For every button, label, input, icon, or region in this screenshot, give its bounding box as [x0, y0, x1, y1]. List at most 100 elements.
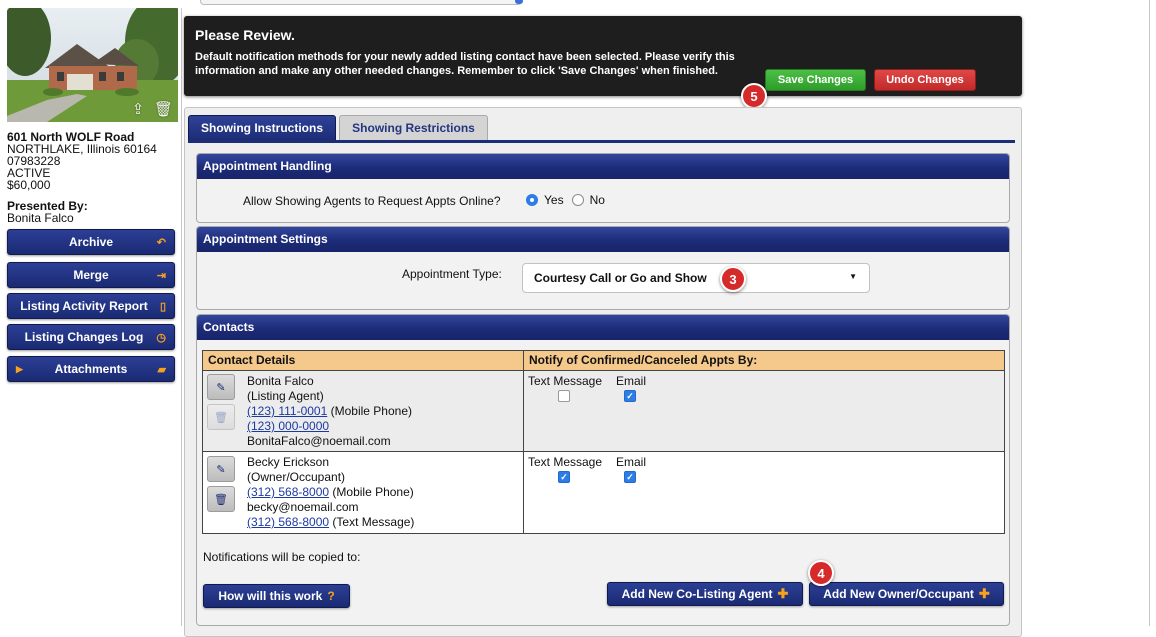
contacts-header: Contacts [197, 315, 1009, 340]
notify-cell: Text Message Email ✓ ✓ [524, 452, 1004, 533]
upload-icon[interactable]: ⇪ [130, 102, 146, 118]
plus-icon: ✚ [978, 586, 990, 601]
notify-cell: Text Message Email ✓ [524, 371, 1004, 451]
contact-row: ✎ 🗑 Becky Erickson (Owner/Occupant) (312… [203, 452, 1004, 533]
email-checkbox[interactable]: ✓ [624, 471, 636, 483]
how-will-this-work-label: How will this work [218, 589, 323, 603]
appointment-type-label: Appointment Type: [402, 267, 502, 281]
contacts-table: Contact Details Notify of Confirmed/Canc… [202, 350, 1005, 534]
tab-showing-restrictions[interactable]: Showing Restrictions [339, 115, 488, 141]
clock-icon: ◷ [156, 331, 166, 344]
listing-changes-log-button[interactable]: Listing Changes Log ◷ [7, 324, 175, 350]
trash-icon[interactable]: 🗑 [154, 102, 173, 118]
appointment-type-value: Courtesy Call or Go and Show [534, 271, 707, 285]
yes-radio[interactable] [526, 194, 538, 206]
no-radio[interactable] [571, 194, 584, 206]
contact-lines: Bonita Falco (Listing Agent) (123) 111-0… [247, 374, 412, 449]
tab-underline [188, 140, 1015, 143]
listing-info: 601 North WOLF Road NORTHLAKE, Illinois … [7, 131, 178, 224]
email-label: Email [616, 455, 647, 469]
listing-changes-log-label: Listing Changes Log [24, 330, 144, 344]
text-message-checkbox[interactable]: ✓ [558, 471, 570, 483]
edit-contact-button[interactable]: ✎ [207, 456, 235, 482]
contact-phone-line: (312) 568-8000 (Mobile Phone) [247, 485, 414, 500]
step-badge-4: 4 [808, 560, 834, 586]
contacts-table-header: Contact Details Notify of Confirmed/Canc… [203, 351, 1004, 371]
trash-icon: 🗑 [214, 411, 228, 424]
review-banner: Please Review. Default notification meth… [184, 16, 1022, 96]
review-title: Please Review. [195, 27, 295, 43]
text-message-label: Text Message [528, 455, 603, 469]
contact-details-column-header: Contact Details [203, 351, 524, 370]
plus-icon: ✚ [777, 586, 789, 601]
contact-role: (Listing Agent) [247, 389, 324, 403]
text-message-suffix: (Text Message) [329, 515, 415, 529]
contact-email: BonitaFalco@noemail.com [247, 434, 391, 448]
add-co-listing-agent-button[interactable]: Add New Co-Listing Agent ✚ [607, 582, 803, 606]
undo-arrow-icon: ↶ [156, 236, 166, 249]
listing-price: $60,000 [7, 178, 51, 192]
listing-activity-report-button[interactable]: Listing Activity Report ▯ [7, 293, 175, 319]
delete-contact-button[interactable]: 🗑 [207, 404, 235, 430]
mobile-phone-suffix: (Mobile Phone) [327, 404, 412, 418]
top-search-bar-fragment [200, 0, 523, 5]
email-checkbox[interactable]: ✓ [624, 390, 636, 402]
listing-photo: ⇪ 🗑 [7, 8, 178, 122]
mobile-phone-link[interactable]: (312) 568-8000 [247, 485, 329, 499]
folder-icon: ▰ [157, 363, 166, 376]
trash-icon: 🗑 [214, 493, 228, 506]
appointment-handling-header: Appointment Handling [197, 154, 1009, 179]
merge-button[interactable]: Merge ⇥ [7, 262, 175, 288]
question-icon: ? [327, 589, 335, 603]
pencil-icon: ✎ [216, 463, 226, 476]
contact-email: becky@noemail.com [247, 500, 359, 514]
attachments-label: Attachments [54, 362, 128, 376]
how-will-this-work-button[interactable]: How will this work ? [203, 584, 350, 608]
online-request-question: Allow Showing Agents to Request Appts On… [243, 194, 501, 208]
undo-changes-button[interactable]: Undo Changes [874, 69, 976, 91]
step-badge-3: 3 [720, 266, 746, 292]
contact-details-cell: ✎ 🗑 Becky Erickson (Owner/Occupant) (312… [203, 452, 524, 533]
save-changes-button[interactable]: Save Changes [765, 69, 866, 91]
attachments-button[interactable]: ▶ Attachments ▰ [7, 356, 175, 382]
contact-name: Becky Erickson [247, 455, 330, 469]
edit-contact-button[interactable]: ✎ [207, 374, 235, 400]
text-message-checkbox[interactable] [558, 390, 570, 402]
contact-name: Bonita Falco [247, 374, 314, 388]
tab-showing-instructions[interactable]: Showing Instructions [188, 115, 336, 141]
contact-phone-line-2: (123) 000-0000 [247, 419, 412, 434]
appointment-type-select[interactable]: Courtesy Call or Go and Show ▼ [522, 263, 870, 293]
sidebar-divider [181, 8, 182, 626]
add-co-listing-agent-label: Add New Co-Listing Agent [621, 587, 773, 601]
contact-lines: Becky Erickson (Owner/Occupant) (312) 56… [247, 455, 414, 530]
document-icon: ▯ [159, 300, 166, 313]
contacts-section: Contacts Contact Details Notify of Confi… [196, 314, 1010, 626]
add-owner-occupant-label: Add New Owner/Occupant [823, 587, 974, 601]
mobile-phone-link[interactable]: (123) 111-0001 [247, 404, 327, 418]
step-badge-5: 5 [741, 83, 767, 109]
text-message-label: Text Message [528, 374, 603, 388]
text-message-link[interactable]: (312) 568-8000 [247, 515, 329, 529]
review-message: Default notification methods for your ne… [195, 51, 735, 77]
contact-phone-line: (123) 111-0001 (Mobile Phone) [247, 404, 412, 419]
archive-button[interactable]: Archive ↶ [7, 229, 175, 255]
pencil-icon: ✎ [216, 381, 226, 394]
archive-button-label: Archive [68, 235, 114, 249]
notify-column-header: Notify of Confirmed/Canceled Appts By: [529, 353, 758, 367]
yes-label: Yes [544, 193, 564, 207]
online-request-radio-group: Yes No [526, 193, 605, 207]
contact-details-cell: ✎ 🗑 Bonita Falco (Listing Agent) (123) 1… [203, 371, 524, 451]
add-owner-occupant-button[interactable]: Add New Owner/Occupant ✚ [809, 582, 1004, 606]
merge-arrow-icon: ⇥ [156, 269, 166, 282]
appointment-settings-section: Appointment Settings Appointment Type: C… [196, 226, 1010, 310]
mobile-phone-suffix: (Mobile Phone) [329, 485, 414, 499]
contact-text-line: (312) 568-8000 (Text Message) [247, 515, 414, 530]
appointment-settings-header: Appointment Settings [197, 227, 1009, 252]
contact-role: (Owner/Occupant) [247, 470, 346, 484]
merge-button-label: Merge [73, 268, 109, 282]
right-border [1149, 0, 1150, 626]
contact-row: ✎ 🗑 Bonita Falco (Listing Agent) (123) 1… [203, 371, 1004, 452]
office-phone-link[interactable]: (123) 000-0000 [247, 419, 329, 433]
search-button-fragment [515, 0, 523, 4]
delete-contact-button[interactable]: 🗑 [207, 486, 235, 512]
